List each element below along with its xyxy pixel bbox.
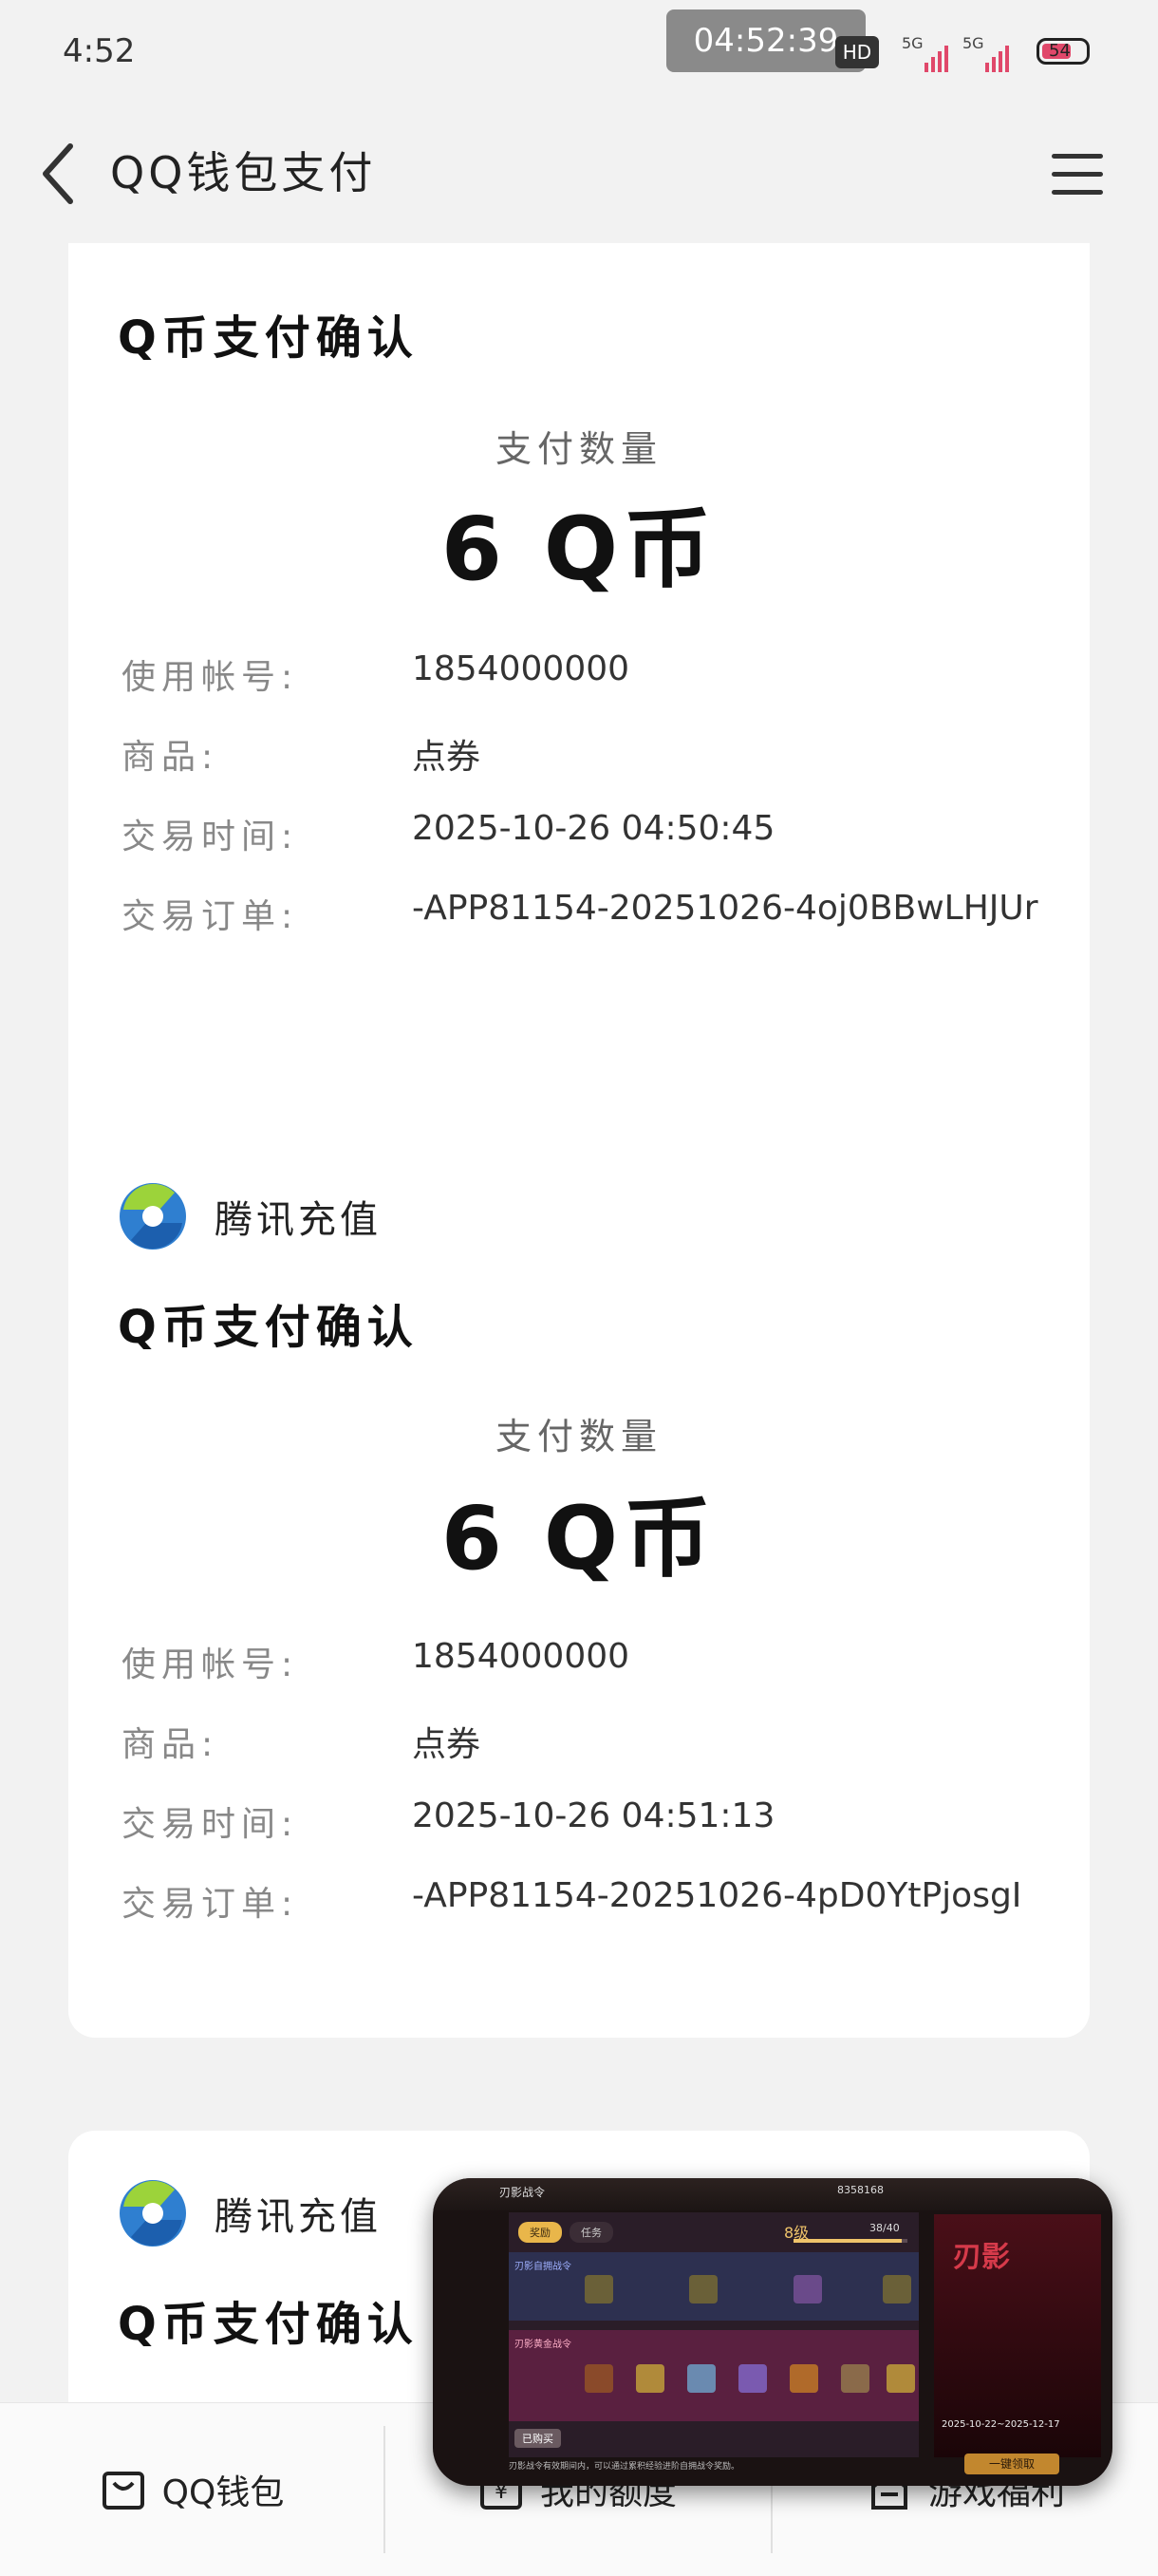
game-reward-slot bbox=[883, 2275, 911, 2303]
merchant-header: 腾讯充值 bbox=[118, 2178, 382, 2248]
detail-key: 交易订单: bbox=[121, 1885, 299, 1924]
game-reward-slot bbox=[841, 2364, 869, 2393]
game-tab-rewards[interactable]: 奖励 bbox=[518, 2222, 562, 2243]
game-poster-title: 刃影 bbox=[953, 2241, 1010, 2274]
detail-value: -APP81154-20251026-4pD0YtPjosgI bbox=[412, 1876, 1022, 1915]
game-battle-pass-board: 奖励 任务 8级 38/40 刃影自拥战令 刃影黄金战令 已购买 bbox=[509, 2212, 919, 2457]
game-reward-slot bbox=[687, 2364, 716, 2393]
app-header: QQ钱包支付 bbox=[0, 104, 1158, 243]
game-progress-text: 38/40 bbox=[869, 2222, 900, 2234]
card-title: Q币支付确认 bbox=[118, 1301, 419, 1354]
game-reward-slot bbox=[738, 2364, 767, 2393]
back-button[interactable] bbox=[28, 131, 95, 216]
detail-row-order: 交易订单: -APP81154-20251026-4pD0YtPjosgI bbox=[121, 1876, 1061, 1933]
game-reward-slot bbox=[794, 2275, 822, 2303]
detail-row-product: 商品: 点券 bbox=[121, 729, 1061, 786]
game-row-label: 刃影自拥战令 bbox=[514, 2262, 571, 2272]
detail-value: -APP81154-20251026-4oj0BBwLHJUr bbox=[412, 889, 1038, 928]
hd-badge: HD bbox=[835, 36, 879, 68]
amount-label: 支付数量 bbox=[495, 1416, 663, 1457]
page-title: QQ钱包支付 bbox=[110, 147, 377, 198]
signal-sim2-icon: 5G bbox=[962, 34, 1038, 72]
status-bar: 4:52 04:52:39 HD 5G 5G 54 bbox=[0, 0, 1158, 104]
game-reward-slot bbox=[585, 2364, 613, 2393]
chevron-left-icon bbox=[43, 143, 73, 204]
card-title: Q币支付确认 bbox=[118, 311, 419, 365]
menu-button[interactable] bbox=[1044, 141, 1112, 209]
detail-key: 商品: bbox=[121, 738, 219, 777]
game-reward-slot bbox=[689, 2275, 718, 2303]
detail-row-account: 使用帐号: 1854000000 bbox=[121, 649, 1061, 706]
detail-value: 2025-10-26 04:50:45 bbox=[412, 809, 775, 848]
detail-key: 使用帐号: bbox=[121, 658, 299, 697]
status-icons: HD 5G 5G 54 bbox=[788, 28, 1130, 82]
detail-key: 交易订单: bbox=[121, 897, 299, 936]
detail-key: 商品: bbox=[121, 1725, 219, 1764]
detail-row-time: 交易时间: 2025-10-26 04:51:13 bbox=[121, 1796, 1061, 1853]
game-top-bar: 刃影战令 8358168 bbox=[433, 2178, 1112, 2210]
detail-value: 2025-10-26 04:51:13 bbox=[412, 1796, 775, 1835]
detail-row-account: 使用帐号: 1854000000 bbox=[121, 1637, 1061, 1694]
merchant-name: 腾讯充值 bbox=[215, 1198, 382, 1242]
detail-row-order: 交易订单: -APP81154-20251026-4oj0BBwLHJUr bbox=[121, 889, 1061, 946]
payment-card: Q币支付确认 支付数量 6 Q币 使用帐号: 1854000000 商品: 点券… bbox=[68, 243, 1090, 1282]
detail-key: 交易时间: bbox=[121, 818, 299, 856]
game-reward-slot bbox=[790, 2364, 818, 2393]
merchant-name: 腾讯充值 bbox=[215, 2195, 382, 2239]
detail-value: 1854000000 bbox=[412, 1637, 630, 1676]
game-progress-bar bbox=[794, 2239, 907, 2243]
game-footer-text: 刃影战令有效期间内，可以通过累积经验进阶自拥战令奖励。 bbox=[509, 2462, 740, 2472]
game-reward-slot bbox=[636, 2364, 664, 2393]
tencent-recharge-logo-icon bbox=[120, 2180, 186, 2247]
game-free-pass-row: 刃影自拥战令 bbox=[509, 2252, 919, 2321]
game-poster-date: 2025-10-22~2025-12-17 bbox=[942, 2419, 1060, 2430]
game-gold-pass-row: 刃影黄金战令 bbox=[509, 2330, 919, 2421]
amount-value: 6 Q币 bbox=[440, 498, 718, 600]
nav-item-qq-wallet[interactable]: QQ钱包 bbox=[0, 2403, 383, 2576]
game-row-label: 刃影黄金战令 bbox=[514, 2340, 571, 2350]
game-tab-tasks[interactable]: 任务 bbox=[570, 2222, 613, 2243]
status-time: 4:52 bbox=[63, 32, 136, 70]
tencent-recharge-logo-icon bbox=[120, 1183, 186, 1250]
wallet-icon bbox=[102, 2472, 144, 2510]
detail-value: 点券 bbox=[412, 738, 481, 777]
game-reward-slot bbox=[887, 2364, 915, 2393]
battery-level: 54 bbox=[1049, 41, 1071, 61]
game-currency-counter: 8358168 bbox=[837, 2184, 884, 2196]
detail-key: 使用帐号: bbox=[121, 1645, 299, 1684]
game-pip-overlay[interactable]: 刃影战令 8358168 奖励 任务 8级 38/40 刃影自拥战令 刃影黄金战… bbox=[433, 2178, 1112, 2486]
merchant-header: 腾讯充值 bbox=[118, 1181, 382, 1251]
notification-list[interactable]: Q币支付确认 支付数量 6 Q币 使用帐号: 1854000000 商品: 点券… bbox=[0, 243, 1158, 2402]
nav-item-label: QQ钱包 bbox=[161, 2473, 285, 2512]
battery-icon: 54 bbox=[1037, 38, 1090, 65]
detail-key: 交易时间: bbox=[121, 1805, 299, 1844]
amount-label: 支付数量 bbox=[495, 428, 663, 470]
payment-card: 腾讯充值 Q币支付确认 支付数量 6 Q币 使用帐号: 1854000000 商… bbox=[68, 1134, 1090, 2038]
detail-value: 点券 bbox=[412, 1725, 481, 1764]
detail-row-product: 商品: 点券 bbox=[121, 1717, 1061, 1774]
game-owned-badge: 已购买 bbox=[514, 2429, 561, 2448]
card-title: Q币支付确认 bbox=[118, 2298, 419, 2351]
detail-value: 1854000000 bbox=[412, 649, 630, 688]
game-poster: 刃影 2025-10-22~2025-12-17 bbox=[934, 2214, 1101, 2457]
game-top-title: 刃影战令 bbox=[499, 2186, 546, 2199]
amount-value: 6 Q币 bbox=[440, 1488, 718, 1589]
game-reward-slot bbox=[585, 2275, 613, 2303]
game-claim-button[interactable]: 一键领取 bbox=[964, 2454, 1059, 2474]
tencent-recharge-logo-icon bbox=[118, 243, 188, 256]
detail-row-time: 交易时间: 2025-10-26 04:50:45 bbox=[121, 809, 1061, 866]
